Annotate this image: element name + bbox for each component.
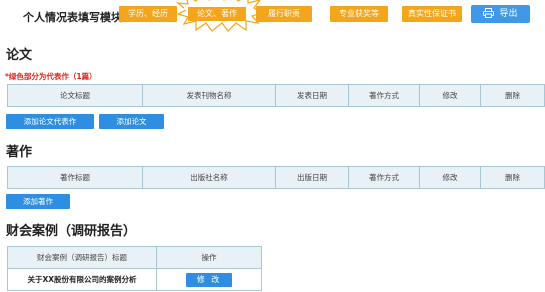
case-row-action-cell: 修 改 [156,268,262,291]
cases-table: 财会案例（调研报告）标题 操作 关于XX股份有限公司的案例分析 修 改 [7,246,262,291]
cases-header-row: 财会案例（调研报告）标题 操作 [7,246,262,269]
col-case-action: 操作 [156,246,262,269]
books-header-row: 著作标题 出版社名称 出版日期 著作方式 修改 删除 [7,166,545,189]
col-publisher-name: 出版社名称 [142,166,276,189]
col-book-authorship: 著作方式 [348,166,420,189]
cases-title: 财会案例（调研报告） [6,224,137,239]
tab-authenticity[interactable]: 真实性保证书 [402,6,462,22]
col-paper-title: 论文标题 [7,84,143,107]
tab-education[interactable]: 学历、经历 [119,6,177,22]
export-button[interactable]: 导出 [471,5,530,23]
tab-papers[interactable]: 论文、著作 [187,6,247,22]
col-publish-date: 发表日期 [275,84,349,107]
col-authorship: 著作方式 [348,84,420,107]
tab-awards[interactable]: 专业获奖等 [330,6,388,22]
add-representative-paper-button[interactable]: 添加论文代表作 [6,114,94,129]
tab-duties[interactable]: 履行职责 [256,6,312,22]
papers-title: 论文 [6,48,33,63]
module-header: 个人情况表填写模块 - 学历、经历 论文、著作 履行职责 专业获奖等 真实性保证… [0,0,545,32]
representative-note: *绿色部分为代表作（1篇） [5,72,97,81]
add-book-button[interactable]: 添加著作 [6,194,70,209]
col-book-delete: 删除 [480,166,545,189]
printer-icon [483,8,495,18]
case-row-title: 关于XX股份有限公司的案例分析 [7,268,157,291]
books-title: 著作 [6,145,33,160]
export-label: 导出 [499,9,518,19]
col-delete: 删除 [480,84,545,107]
papers-header-row: 论文标题 发表刊物名称 发表日期 著作方式 修改 删除 [7,84,545,107]
col-edit: 修改 [419,84,481,107]
books-table: 著作标题 出版社名称 出版日期 著作方式 修改 删除 [7,166,545,189]
papers-table: 论文标题 发表刊物名称 发表日期 著作方式 修改 删除 [7,84,545,107]
col-book-date: 出版日期 [275,166,349,189]
page-label: 个人情况表填写模块 - [23,11,131,24]
edit-case-button[interactable]: 修 改 [186,272,232,287]
col-book-edit: 修改 [419,166,481,189]
col-case-title: 财会案例（调研报告）标题 [7,246,157,269]
add-paper-button[interactable]: 添加论文 [99,114,164,129]
col-journal-name: 发表刊物名称 [142,84,276,107]
table-row: 关于XX股份有限公司的案例分析 修 改 [7,268,262,291]
col-book-title: 著作标题 [7,166,143,189]
